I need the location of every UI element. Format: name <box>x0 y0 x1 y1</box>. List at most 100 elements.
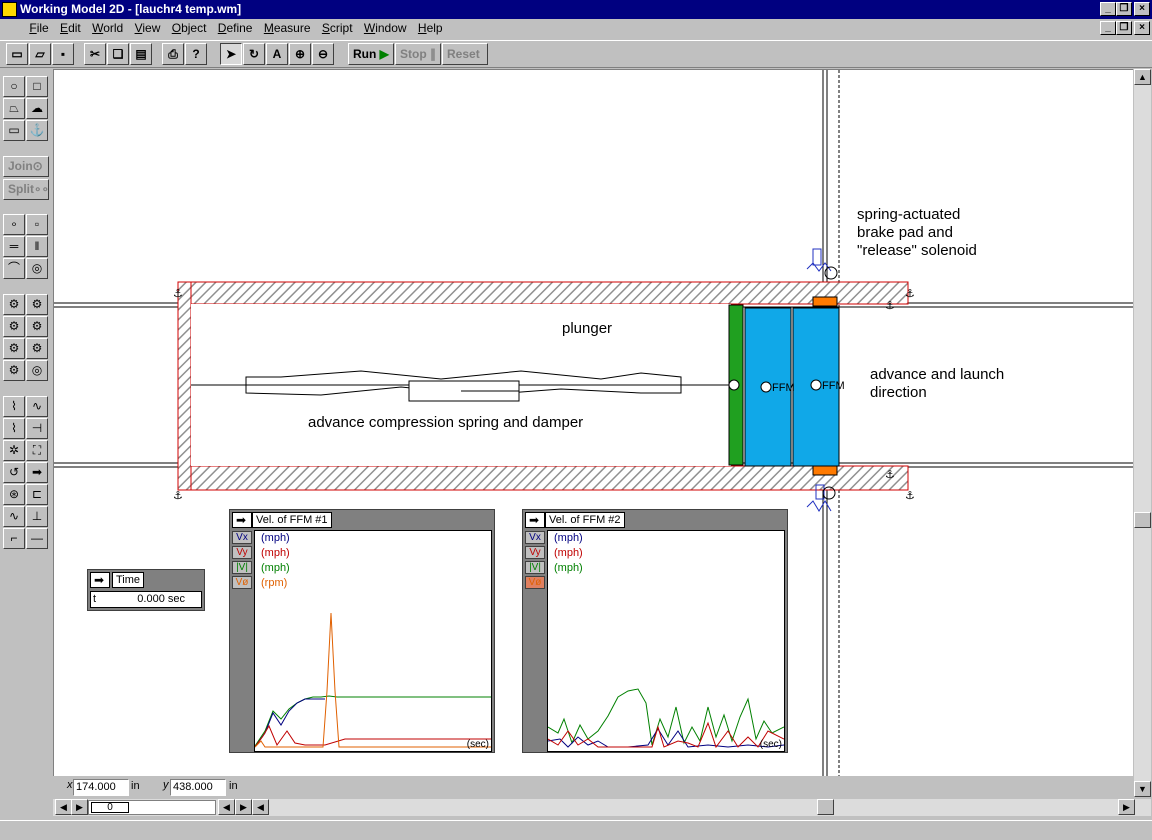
scroll-down-icon[interactable]: ▼ <box>1134 781 1151 797</box>
zoom-in-icon[interactable]: ⊕ <box>289 43 311 65</box>
rope-link-tool-icon[interactable]: — <box>26 528 48 549</box>
spring-tool-icon[interactable]: ⌇ <box>3 396 25 417</box>
gear-tool-icon[interactable]: ✲ <box>3 440 25 461</box>
torque-tool-icon[interactable]: ↺ <box>3 462 25 483</box>
pin-slot-joint-tool-icon[interactable]: ◎ <box>26 360 48 381</box>
scroll-left-icon[interactable]: ◀ <box>252 799 269 815</box>
legend-vphi-button[interactable]: Vø <box>525 576 545 589</box>
close-button[interactable]: × <box>1134 2 1150 16</box>
paste-icon[interactable]: ▤ <box>130 43 152 65</box>
horizontal-slot-tool-icon[interactable]: ═ <box>3 236 25 257</box>
meter-arrow-icon[interactable]: ➡ <box>90 572 110 588</box>
horizontal-scroll-thumb[interactable] <box>817 799 834 815</box>
legend-v-button[interactable]: |V| <box>232 561 252 574</box>
point-tool-icon[interactable]: ∘ <box>3 214 25 235</box>
menu-view[interactable]: View <box>131 19 165 38</box>
menu-script[interactable]: Script <box>318 19 357 38</box>
app-icon[interactable] <box>2 2 17 17</box>
actuator-tool-icon[interactable]: ⊏ <box>26 484 48 505</box>
help-icon[interactable]: ? <box>185 43 207 65</box>
menu-object[interactable]: Object <box>168 19 211 38</box>
vertical-scrollbar[interactable] <box>1134 69 1151 797</box>
tape-step-back-icon[interactable]: ◀ <box>218 799 235 815</box>
minimize-button[interactable]: _ <box>1100 2 1116 16</box>
restore-button[interactable]: ❐ <box>1116 2 1132 16</box>
damper-spring-tool-icon[interactable]: ∿ <box>26 396 48 417</box>
zoom-out-icon[interactable]: ⊖ <box>312 43 334 65</box>
square-tool-icon[interactable]: □ <box>26 76 48 97</box>
doc-restore-button[interactable]: ❐ <box>1116 21 1132 35</box>
menu-world[interactable]: World <box>88 19 127 38</box>
y-coordinate-field[interactable]: 438.000 <box>170 779 226 796</box>
legend-vy-button[interactable]: Vy <box>525 546 545 559</box>
save-icon[interactable]: ▪ <box>52 43 74 65</box>
slot-joint-tool-icon[interactable]: ⚙ <box>3 316 25 337</box>
rigid-joint-tool-icon[interactable]: ⚙ <box>26 294 48 315</box>
menu-help[interactable]: Help <box>414 19 447 38</box>
rectangle-tool-icon[interactable]: ▭ <box>3 120 25 141</box>
square-point-tool-icon[interactable]: ▫ <box>26 214 48 235</box>
time-meter[interactable]: ➡ Time t 0.000 sec <box>87 569 205 611</box>
rope-tool-icon[interactable]: ∿ <box>3 506 25 527</box>
split-button[interactable]: Split∘∘ <box>3 179 49 200</box>
stop-button[interactable]: Stop ∥ <box>395 43 441 65</box>
tape-step-forward-icon[interactable]: ▶ <box>71 799 88 815</box>
legend-v-button[interactable]: |V| <box>525 561 545 574</box>
closed-slot-joint-tool-icon[interactable]: ⚙ <box>3 360 25 381</box>
separator-tool-icon[interactable]: ⊥ <box>26 506 48 527</box>
meter-arrow-icon[interactable]: ➡ <box>232 512 252 528</box>
velocity-meter-2[interactable]: ➡ Vel. of FFM #2 Vx Vy |V| Vø (mph) (mph… <box>522 509 788 753</box>
legend-vx-button[interactable]: Vx <box>525 531 545 544</box>
meter-arrow-icon[interactable]: ➡ <box>525 512 545 528</box>
doc-close-button[interactable]: × <box>1134 21 1150 35</box>
run-button[interactable]: Run ▶ <box>348 43 394 65</box>
cut-icon[interactable]: ✂ <box>84 43 106 65</box>
frame-counter: 0 <box>91 802 129 813</box>
document-icon[interactable] <box>0 22 22 36</box>
rotate-tool-icon[interactable]: ↻ <box>243 43 265 65</box>
motor-tool-icon[interactable]: ⊛ <box>3 484 25 505</box>
open-folder-icon[interactable]: ▱ <box>29 43 51 65</box>
closed-slot-tool-icon[interactable]: ◎ <box>26 258 48 279</box>
keyed-slot-joint-tool-icon[interactable]: ⚙ <box>26 316 48 337</box>
menu-define[interactable]: Define <box>214 19 257 38</box>
menu-edit[interactable]: Edit <box>56 19 85 38</box>
reset-button[interactable]: Reset <box>442 43 488 65</box>
print-icon[interactable]: ⎙ <box>162 43 184 65</box>
velocity-meter-1[interactable]: ➡ Vel. of FFM #1 Vx Vy |V| Vø (mph) (mph… <box>229 509 495 753</box>
scroll-right-icon[interactable]: ▶ <box>1118 799 1135 815</box>
legend-vx-button[interactable]: Vx <box>232 531 252 544</box>
anchor-tool-icon[interactable]: ⚓ <box>26 120 48 141</box>
vertical-scroll-thumb[interactable] <box>1134 512 1151 528</box>
doc-minimize-button[interactable]: _ <box>1100 21 1116 35</box>
pulley-tool-icon[interactable]: ⛶ <box>26 440 48 461</box>
menu-file[interactable]: File <box>25 19 52 38</box>
menu-window[interactable]: Window <box>360 19 411 38</box>
vertical-slot-tool-icon[interactable]: ‖ <box>26 236 48 257</box>
circle-tool-icon[interactable]: ○ <box>3 76 25 97</box>
tape-rewind-icon[interactable]: ◀ <box>55 799 72 815</box>
new-file-icon[interactable]: ▭ <box>6 43 28 65</box>
legend-vphi-button[interactable]: Vø <box>232 576 252 589</box>
force-tool-icon[interactable]: ➡ <box>26 462 48 483</box>
text-tool-icon[interactable]: A <box>266 43 288 65</box>
polygon-tool-icon[interactable]: ⏢ <box>3 98 25 119</box>
pointer-tool-icon[interactable]: ➤ <box>220 43 242 65</box>
pin-joint-tool-icon[interactable]: ⚙ <box>3 294 25 315</box>
legend-vy-button[interactable]: Vy <box>232 546 252 559</box>
join-button[interactable]: Join⊙ <box>3 156 49 177</box>
keyed-curved-joint-tool-icon[interactable]: ⚙ <box>26 338 48 359</box>
x-coordinate-field[interactable]: 174.000 <box>73 779 129 796</box>
curved-slot-tool-icon[interactable]: ⌒ <box>3 258 25 279</box>
copy-icon[interactable]: ❏ <box>107 43 129 65</box>
rotational-spring-tool-icon[interactable]: ⌇ <box>3 418 25 439</box>
simulation-workspace[interactable]: ⚓ ⚓ ⚓ ⚓ ⚓ ⚓ plunger advance compression … <box>53 69 1133 776</box>
damper-tool-icon[interactable]: ⊣ <box>26 418 48 439</box>
tape-slider[interactable]: 0 <box>88 800 216 815</box>
rod-tool-icon[interactable]: ⌐ <box>3 528 25 549</box>
scroll-up-icon[interactable]: ▲ <box>1134 69 1151 85</box>
tape-end-icon[interactable]: ▶ <box>235 799 252 815</box>
menu-measure[interactable]: Measure <box>260 19 315 38</box>
curved-slot-joint-tool-icon[interactable]: ⚙ <box>3 338 25 359</box>
curved-body-tool-icon[interactable]: ☁ <box>26 98 48 119</box>
